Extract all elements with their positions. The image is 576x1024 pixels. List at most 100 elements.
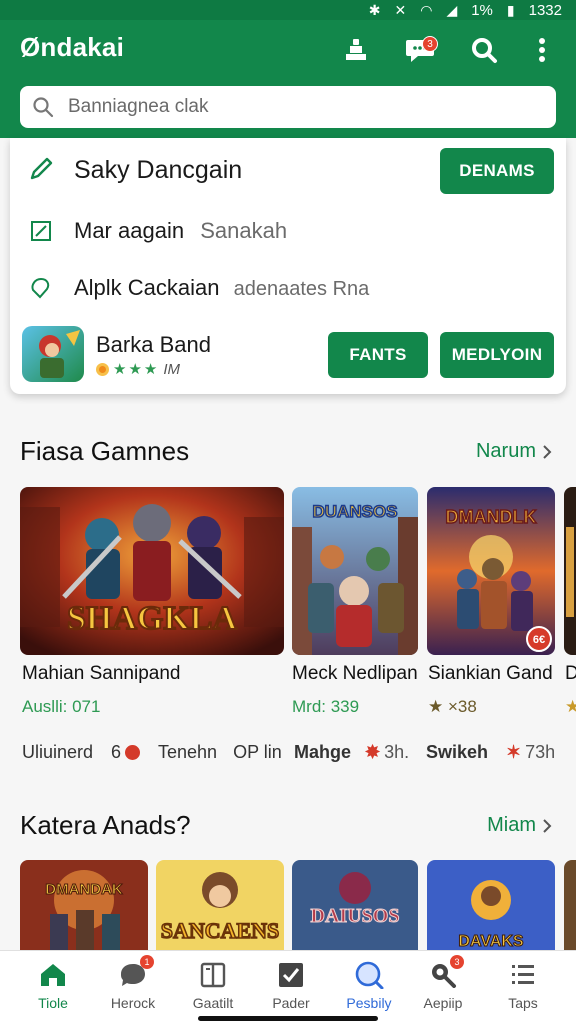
trophy-button[interactable] bbox=[336, 30, 376, 70]
game-4-name[interactable]: D bbox=[565, 663, 576, 685]
suggestion-2-sub: Sanakah bbox=[200, 218, 288, 243]
suggestion-2-label: Mar aagain bbox=[74, 218, 185, 243]
nav-label-herock: Herock bbox=[110, 995, 156, 1011]
nav-item-aepiip[interactable]: 3 Aepiip bbox=[408, 955, 478, 1017]
signal-icon: ◢ bbox=[446, 2, 458, 18]
game-1-sub: Auslli: 071 bbox=[22, 697, 101, 716]
nav-item-herock[interactable]: 1 Herock bbox=[98, 955, 168, 1017]
game-tile-3-banner: DMANDLK bbox=[446, 507, 537, 527]
edit-square-icon bbox=[28, 218, 54, 244]
nav-badge-aepiip: 3 bbox=[450, 955, 464, 969]
game-tile-6-banner: SANCAENS bbox=[161, 918, 280, 943]
bottom-navigation: Tiole 1 Herock Gaatilt Pader Pesbily 3 A… bbox=[0, 950, 576, 1024]
game-1-meta-label: Uliuinerd bbox=[22, 742, 94, 762]
section-2-title: Katera Anads? bbox=[20, 810, 191, 840]
clock: 1332 bbox=[528, 1, 562, 19]
trophy-icon bbox=[346, 39, 366, 60]
overflow-menu-button[interactable] bbox=[522, 30, 562, 70]
game-3-name[interactable]: Siankian Gand bbox=[428, 663, 553, 685]
messages-button[interactable]: 3 bbox=[400, 30, 440, 70]
game-tile-6[interactable]: SANCAENS bbox=[156, 860, 284, 950]
chevron-right-icon bbox=[543, 818, 552, 833]
game-tile-7[interactable]: DAIUSOS bbox=[292, 860, 418, 950]
game-2-sub: Mrd: 339 bbox=[292, 697, 360, 716]
suggestion-1-label[interactable]: Saky Dancgain bbox=[74, 156, 242, 185]
magnifier-icon: 3 bbox=[428, 955, 464, 989]
pencil-icon bbox=[28, 156, 54, 182]
app-result-name[interactable]: Barka Band bbox=[96, 332, 211, 358]
wifi-icon: ◠ bbox=[420, 2, 433, 18]
nav-label-pesbily: Pesbily bbox=[346, 995, 392, 1011]
search-input[interactable] bbox=[68, 96, 508, 118]
game-tile-2[interactable]: DUANSOS bbox=[292, 487, 418, 655]
chat-icon: 1 bbox=[118, 955, 154, 989]
search-circle-icon bbox=[354, 961, 384, 989]
game-3-meta-time: 3h. bbox=[384, 742, 410, 762]
burst-icon: ✸ bbox=[365, 742, 381, 762]
app-header: Øndakai 3 bbox=[0, 20, 576, 138]
search-bar[interactable] bbox=[20, 86, 556, 128]
game-4-sub: ★ bbox=[565, 697, 576, 716]
section-1-more-label: Narum bbox=[475, 440, 536, 462]
game-tile-8-banner: DAVAKS bbox=[458, 933, 524, 950]
game-tile-3[interactable]: DMANDLK 6€ bbox=[427, 487, 555, 655]
game-tile-9[interactable] bbox=[564, 860, 576, 950]
battery-icon: ▮ bbox=[506, 2, 515, 18]
rating-dot-icon bbox=[96, 362, 109, 376]
bluetooth-icon: ✱ bbox=[368, 2, 381, 18]
game-1-name[interactable]: Mahian Sannipand bbox=[22, 663, 180, 685]
battery-text: 1% bbox=[471, 1, 493, 19]
section-1-title: Fiasa Gamnes bbox=[20, 436, 190, 466]
section-2-more-link[interactable]: Miam bbox=[487, 814, 552, 837]
nav-label-home: Tiole bbox=[38, 995, 68, 1011]
star-icon: ★ bbox=[143, 361, 158, 378]
more-vert-icon bbox=[539, 38, 545, 62]
messages-badge: 3 bbox=[422, 36, 438, 52]
game-2-name[interactable]: Meck Nedlipan bbox=[292, 663, 418, 685]
list-icon bbox=[508, 961, 538, 989]
suggestion-3-label: Alplk Cackaian bbox=[74, 275, 220, 300]
game-tile-3-corner-badge: 6€ bbox=[533, 634, 545, 646]
app-result-button-1[interactable]: FANTS bbox=[328, 332, 428, 378]
game-tile-5-banner: DMANDAK bbox=[45, 881, 123, 898]
app-result-rating: ★ ★ ★ IM bbox=[96, 360, 180, 378]
game-2-meta: Tenehn OP lin bbox=[158, 742, 282, 763]
game-1-meta: Uliuinerd 6 bbox=[22, 742, 141, 763]
nav-item-home[interactable]: Tiole bbox=[18, 961, 88, 1017]
game-tile-8[interactable]: DAVAKS bbox=[427, 860, 555, 950]
search-button[interactable] bbox=[464, 30, 504, 70]
app-result-button-2[interactable]: MEDLYOIN bbox=[440, 332, 554, 378]
tag-icon bbox=[28, 275, 54, 301]
game-tile-2-banner: DUANSOS bbox=[312, 502, 397, 521]
game-4-meta: Swikeh ✶ 73h bbox=[426, 742, 555, 763]
section-1-more-link[interactable]: Narum bbox=[476, 440, 552, 463]
game-tile-1[interactable]: SHAGKLA bbox=[20, 487, 284, 655]
suggestion-3[interactable]: Alplk Cackaian adenaates Rna bbox=[74, 275, 369, 301]
nav-item-taps[interactable]: Taps bbox=[488, 961, 558, 1017]
game-2-meta-label: Tenehn bbox=[158, 742, 218, 762]
game-4-meta-time: 73h bbox=[525, 742, 556, 762]
search-icon bbox=[33, 97, 54, 118]
game-2-meta-value: OP lin bbox=[233, 742, 282, 762]
nav-label-aepiip: Aepiip bbox=[423, 995, 463, 1011]
suggestion-2[interactable]: Mar aagain Sanakah bbox=[74, 218, 287, 244]
game-tile-5[interactable]: DMANDAK bbox=[20, 860, 148, 950]
suggestion-1-button[interactable]: DENAMS bbox=[440, 148, 554, 194]
game-3-meta-label: Mahge bbox=[294, 742, 352, 762]
nav-label-gaatilt: Gaatilt bbox=[192, 995, 234, 1011]
book-icon bbox=[198, 961, 228, 989]
app-result-thumbnail[interactable] bbox=[22, 326, 84, 382]
game-tile-4[interactable] bbox=[564, 487, 576, 655]
game-1-meta-value: 6 bbox=[111, 742, 122, 762]
nav-item-gaatilt[interactable]: Gaatilt bbox=[178, 961, 248, 1017]
fire-icon: ✶ bbox=[506, 742, 522, 762]
home-indicator[interactable] bbox=[198, 1016, 378, 1021]
nav-item-pesbily[interactable]: Pesbily bbox=[334, 961, 404, 1017]
nav-item-pader[interactable]: Pader bbox=[256, 961, 326, 1017]
suggestion-3-sub: adenaates Rna bbox=[233, 278, 370, 300]
game-tile-7-banner: DAIUSOS bbox=[311, 905, 400, 927]
chevron-right-icon bbox=[543, 444, 552, 459]
section-2-more-label: Miam bbox=[487, 814, 536, 836]
checkbox-icon bbox=[276, 961, 306, 989]
app-title: Øndakai bbox=[20, 32, 124, 62]
